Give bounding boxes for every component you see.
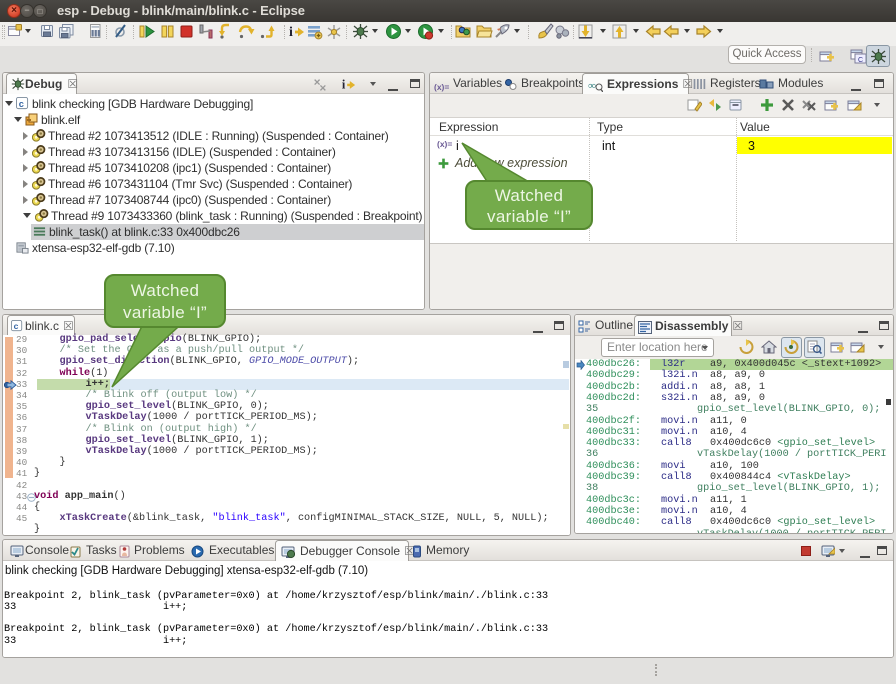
svg-text:c: c <box>19 99 24 109</box>
svg-text:Watched: Watched <box>495 186 564 205</box>
svg-text:i: i <box>342 77 346 91</box>
svg-text:Watched: Watched <box>131 281 200 300</box>
svg-text:C: C <box>858 57 863 64</box>
svg-text:variable “I”: variable “I” <box>123 303 207 322</box>
svg-text:∞: ∞ <box>588 80 596 92</box>
svg-text:variable “I”: variable “I” <box>487 207 571 226</box>
svg-text:i: i <box>289 25 293 40</box>
svg-text:c: c <box>14 321 19 331</box>
